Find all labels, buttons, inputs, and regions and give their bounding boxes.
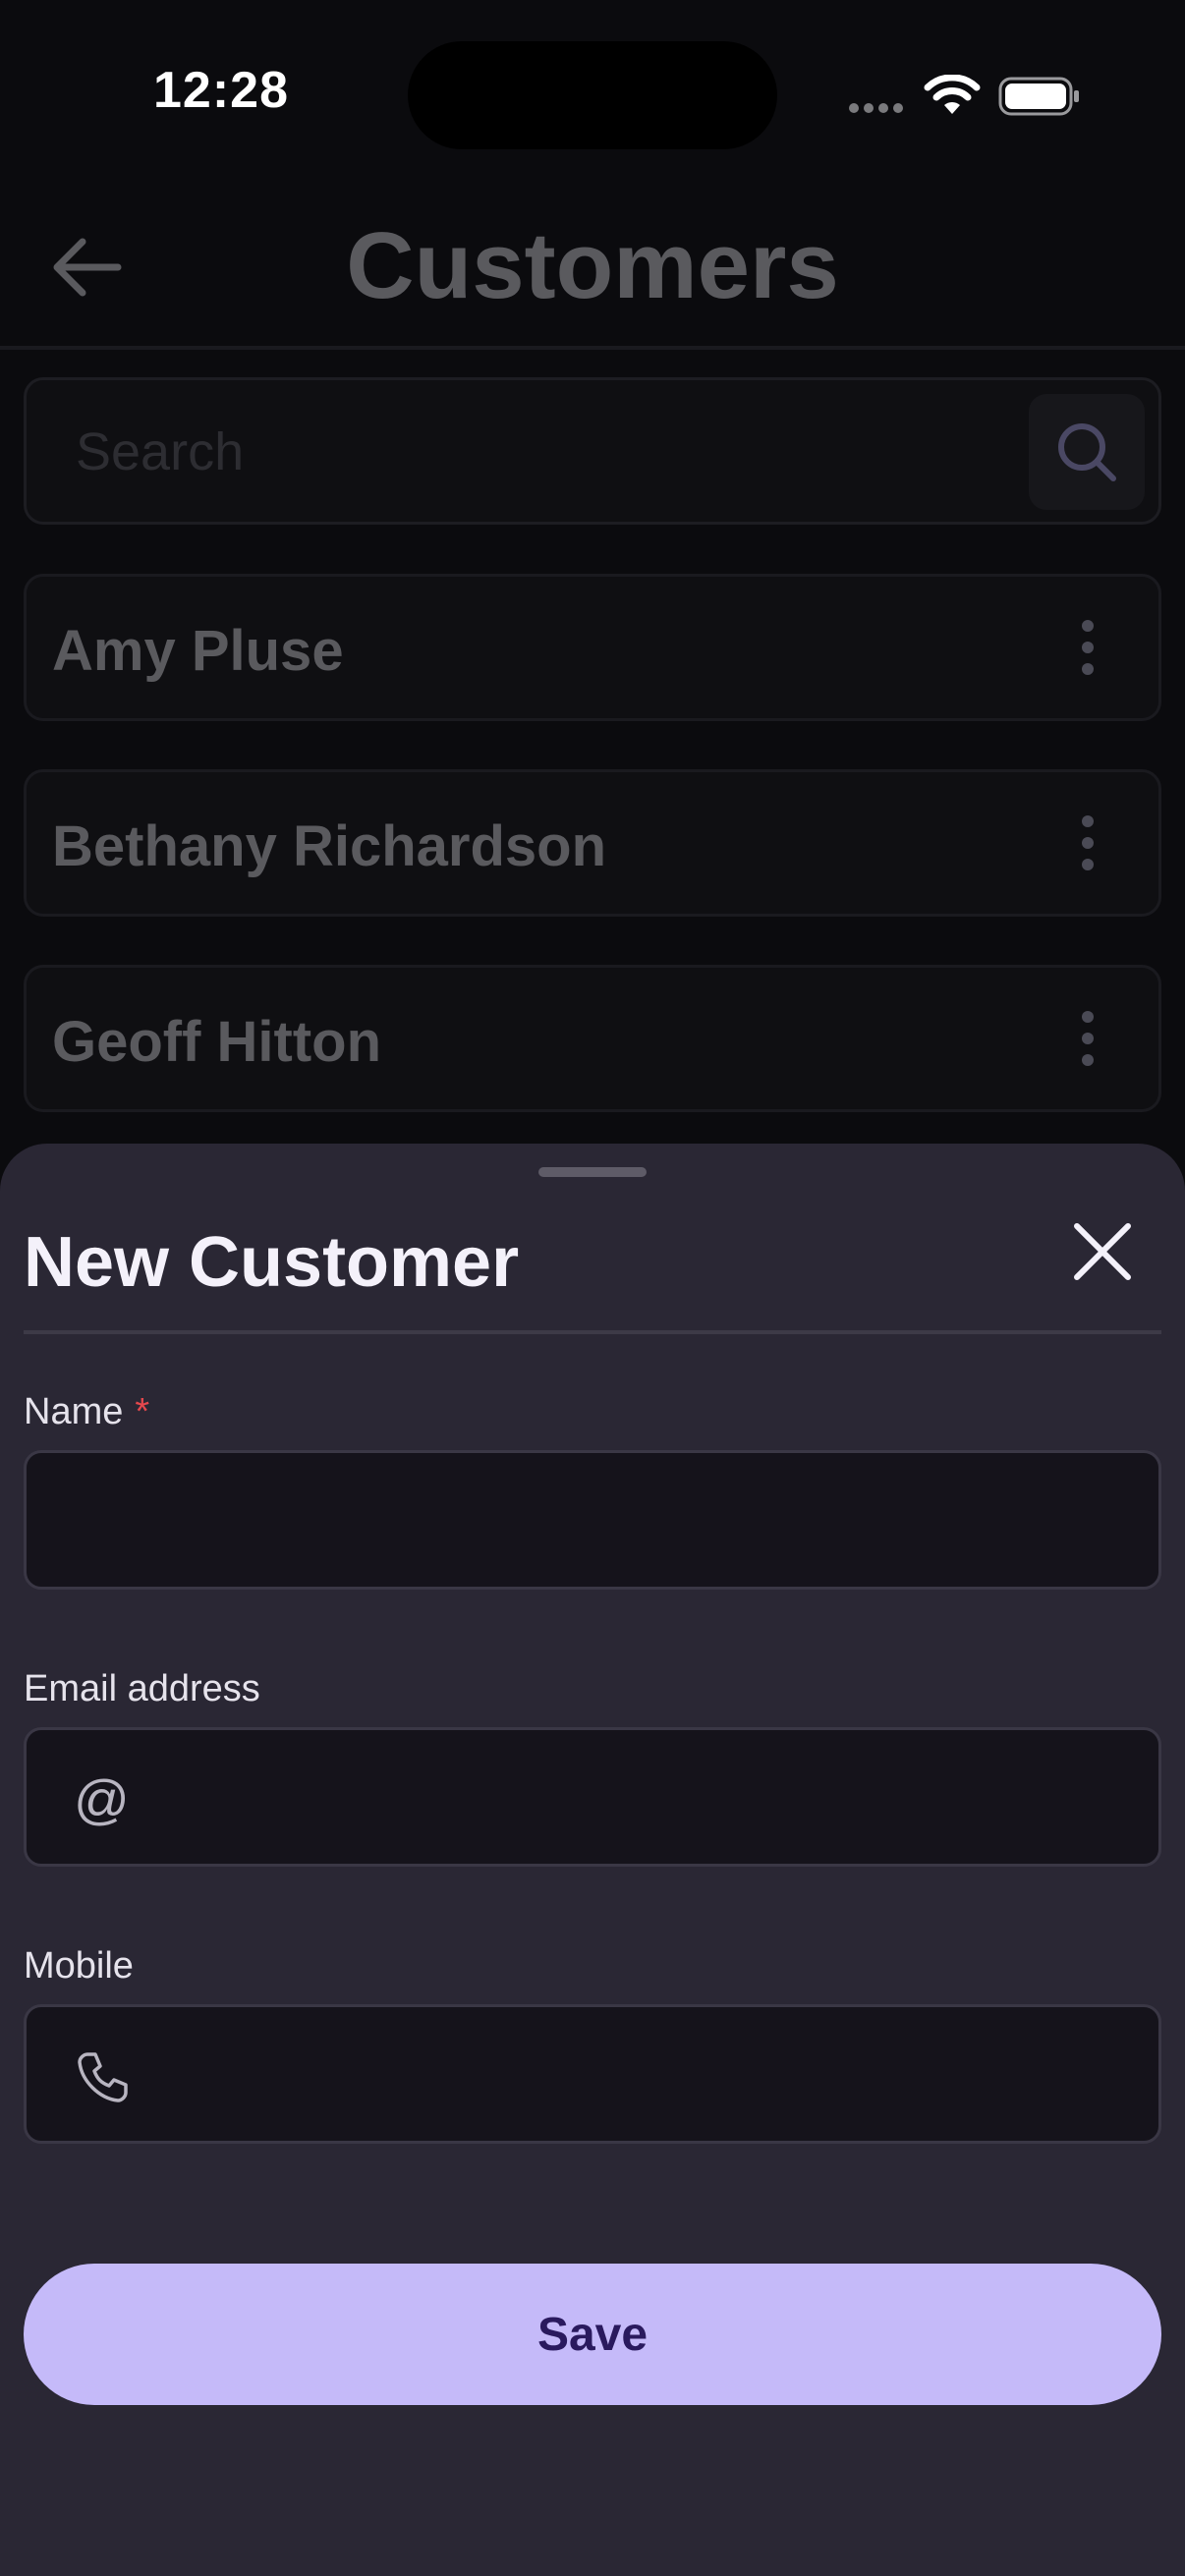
close-icon[interactable] [1071, 1220, 1134, 1283]
save-button-label: Save [536, 2308, 649, 2361]
customer-name: Geoff Hitton [52, 1010, 382, 1074]
more-vertical-icon[interactable] [1082, 620, 1096, 679]
screen: 12:28 Customers Search Amy Pluse Bethany… [0, 0, 1185, 2576]
wifi-icon [924, 75, 981, 114]
battery-icon [998, 77, 1079, 116]
name-field-label: Name * [24, 1391, 149, 1433]
email-field-label: Email address [24, 1668, 260, 1709]
customer-name: Bethany Richardson [52, 814, 606, 878]
search-icon [1058, 423, 1116, 481]
nav-bar: Customers [0, 187, 1185, 350]
name-field[interactable] [24, 1450, 1161, 1590]
customer-list-item[interactable]: Bethany Richardson [24, 769, 1161, 917]
status-time: 12:28 [153, 62, 289, 119]
mobile-field-label: Mobile [24, 1945, 134, 1987]
email-input[interactable] [27, 1730, 1158, 1864]
cellular-signal-icon [849, 100, 908, 114]
more-vertical-icon[interactable] [1082, 815, 1096, 874]
mobile-input[interactable] [27, 2007, 1158, 2141]
sheet-divider [24, 1330, 1161, 1334]
dynamic-island [408, 41, 777, 149]
email-field[interactable]: @ [24, 1727, 1161, 1867]
new-customer-sheet: New Customer Name * Email address @ Mobil… [0, 1144, 1185, 2576]
more-vertical-icon[interactable] [1082, 1011, 1096, 1070]
save-button[interactable]: Save [24, 2264, 1161, 2405]
page-title: Customers [346, 213, 839, 318]
customer-list-item[interactable]: Geoff Hitton [24, 965, 1161, 1112]
required-mark: * [135, 1391, 150, 1432]
mobile-field[interactable] [24, 2004, 1161, 2144]
status-bar: 12:28 [0, 0, 1185, 187]
name-label-text: Name [24, 1391, 124, 1432]
search-bar[interactable]: Search [24, 377, 1161, 525]
search-button[interactable] [1029, 394, 1145, 510]
customer-name: Amy Pluse [52, 619, 344, 683]
sheet-grabber[interactable] [538, 1167, 647, 1177]
name-input[interactable] [27, 1453, 1158, 1587]
sheet-title: New Customer [24, 1223, 520, 1302]
search-input[interactable]: Search [76, 421, 244, 482]
customer-list-item[interactable]: Amy Pluse [24, 574, 1161, 721]
